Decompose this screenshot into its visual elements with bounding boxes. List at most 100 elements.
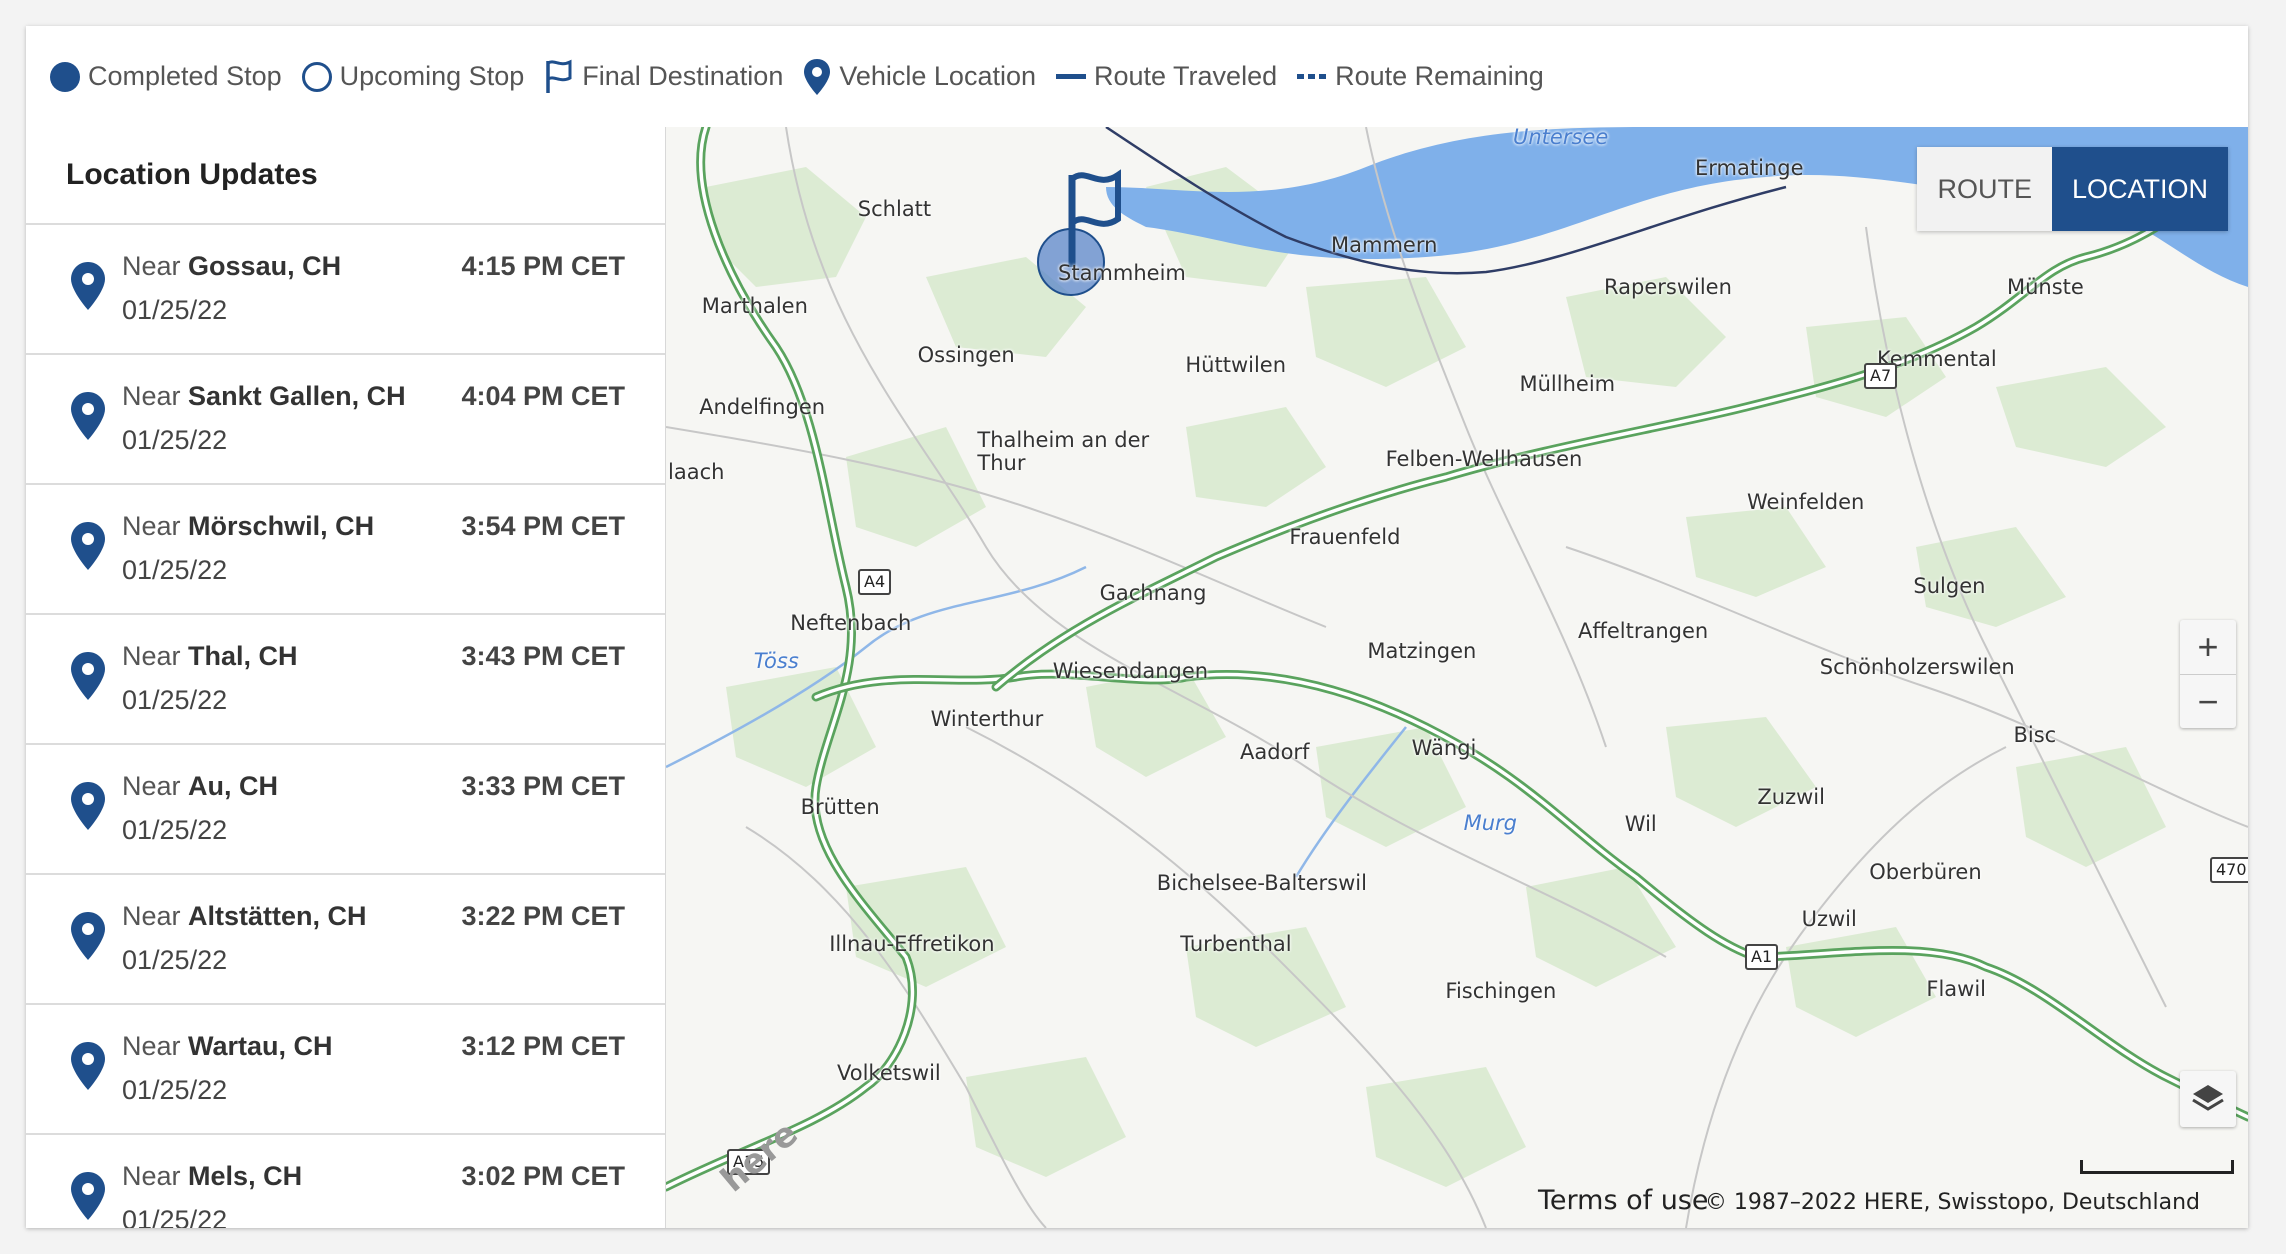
location-update-item[interactable]: Near Thal, CH 01/25/22 3:43 PM CET [26, 615, 665, 745]
place-label-marthalen: Marthalen [701, 293, 808, 318]
place-label-thalheim1: Thalheim an der [977, 427, 1150, 452]
map-view[interactable]: Untersee Ermatinge Schlatt Mammern Stammheim… [666, 127, 2248, 1228]
place-label-zuzwil: Zuzwil [1757, 785, 1825, 809]
near-prefix: Near [122, 771, 181, 801]
legend-upcoming-stop: Upcoming Stop [301, 61, 525, 92]
map-pin-icon [70, 391, 106, 441]
map-legend: Completed Stop Upcoming Stop Final Desti… [26, 26, 2248, 127]
location-update-item[interactable]: Near Mörschwil, CH 01/25/22 3:54 PM CET [26, 485, 665, 615]
place-label-huttwilen: Hüttwilen [1185, 353, 1287, 378]
map-pin-icon [70, 521, 106, 571]
update-place-name: Sankt Gallen, CH [188, 381, 406, 411]
road-shield-470: 470 [2210, 857, 2248, 883]
place-label-aadorf: Aadorf [1240, 739, 1310, 764]
legend-label: Upcoming Stop [339, 61, 525, 91]
location-update-item[interactable]: Near Altstätten, CH 01/25/22 3:22 PM CET [26, 875, 665, 1005]
panel-title: Location Updates [26, 127, 665, 225]
place-label-affeltrangen: Affeltrangen [1578, 618, 1709, 643]
route-view-button[interactable]: ROUTE [1917, 147, 2052, 231]
update-place-name: Wartau, CH [188, 1031, 333, 1061]
location-update-item[interactable]: Near Au, CH 01/25/22 3:33 PM CET [26, 745, 665, 875]
near-prefix: Near [122, 381, 181, 411]
near-prefix: Near [122, 901, 181, 931]
place-label-murg: Murg [1463, 811, 1517, 835]
place-label-ossingen: Ossingen [917, 343, 1015, 367]
place-label-sulgen: Sulgen [1913, 574, 1986, 599]
place-label-bichelsee: Bichelsee-Balterswil [1156, 870, 1367, 895]
update-location: Near Au, CH [122, 771, 278, 802]
zoom-out-button[interactable]: − [2180, 674, 2236, 728]
place-label-uzwil: Uzwil [1801, 907, 1857, 932]
update-location: Near Altstätten, CH [122, 901, 367, 932]
zoom-control: + − [2180, 620, 2236, 728]
update-place-name: Thal, CH [188, 641, 298, 671]
map-pin-icon [70, 781, 106, 831]
map-pin-icon [70, 1041, 106, 1091]
legend-label: Final Destination [582, 61, 784, 91]
layers-button[interactable] [2180, 1071, 2236, 1127]
location-updates-panel[interactable]: Location Updates Near Gossau, CH 01/25/22… [26, 127, 666, 1228]
update-date: 01/25/22 [122, 425, 228, 455]
update-date: 01/25/22 [122, 295, 228, 325]
legend-vehicle-location: Vehicle Location [803, 58, 1036, 96]
map-pin-icon [70, 1171, 106, 1221]
near-prefix: Near [122, 1031, 181, 1061]
location-view-button[interactable]: LOCATION [2051, 147, 2228, 231]
legend-label: Route Traveled [1094, 61, 1278, 91]
place-label-andelfingen: Andelfingen [699, 395, 826, 419]
near-prefix: Near [122, 251, 181, 281]
map-scale-bar [2080, 1160, 2234, 1174]
zoom-in-button[interactable]: + [2180, 620, 2236, 674]
update-location: Near Gossau, CH [122, 251, 341, 282]
place-label-schonholzerswilen: Schönholzerswilen [1819, 655, 2015, 679]
location-updates-list: Near Gossau, CH 01/25/22 4:15 PM CET Near S… [26, 225, 665, 1228]
highway-shield-a4: A4 [858, 569, 892, 595]
update-place-name: Au, CH [188, 771, 279, 801]
update-place-name: Mels, CH [188, 1161, 303, 1191]
legend-label: Vehicle Location [839, 61, 1036, 91]
place-label-gachnang: Gachnang [1099, 580, 1207, 605]
update-time: 3:12 PM CET [461, 1031, 625, 1061]
place-label-raperswilen: Raperswilen [1604, 275, 1732, 300]
flag-icon [544, 59, 574, 95]
highway-shield-a7: A7 [1864, 363, 1898, 389]
location-update-item[interactable]: Near Sankt Gallen, CH 01/25/22 4:04 PM CET [26, 355, 665, 485]
place-label-weinfelden: Weinfelden [1747, 489, 1865, 514]
place-label-matzingen: Matzingen [1367, 639, 1477, 664]
place-label-untersee: Untersee [1513, 127, 1609, 149]
update-location: Near Mels, CH [122, 1161, 302, 1192]
location-update-item[interactable]: Near Mels, CH 01/25/22 3:02 PM CET [26, 1135, 665, 1228]
near-prefix: Near [122, 641, 181, 671]
place-label-mullheim: Müllheim [1519, 371, 1616, 396]
place-label-brutten: Brütten [800, 795, 880, 820]
legend-route-remaining: Route Remaining [1297, 61, 1544, 92]
near-prefix: Near [122, 511, 181, 541]
place-label-turbenthal: Turbenthal [1180, 931, 1292, 956]
update-date: 01/25/22 [122, 685, 228, 715]
legend-route-traveled: Route Traveled [1056, 61, 1277, 92]
update-place-name: Mörschwil, CH [188, 511, 375, 541]
terms-of-use-link[interactable]: Terms of use [1538, 1185, 1709, 1216]
update-place-name: Altstätten, CH [188, 901, 367, 931]
update-time: 4:15 PM CET [461, 251, 625, 281]
place-label-thalheim2: Thur [977, 450, 1026, 475]
place-label-winterthur: Winterthur [930, 707, 1044, 731]
legend-label: Completed Stop [88, 61, 282, 91]
update-time: 3:43 PM CET [461, 641, 625, 671]
update-date: 01/25/22 [122, 1075, 228, 1105]
place-label-schlatt: Schlatt [857, 197, 932, 222]
map-pin-icon [70, 911, 106, 961]
update-location: Near Thal, CH [122, 641, 298, 672]
map-pin-icon [803, 58, 831, 96]
place-label-flawil: Flawil [1926, 977, 1987, 1002]
location-update-item[interactable]: Near Gossau, CH 01/25/22 4:15 PM CET [26, 225, 665, 355]
update-time: 3:22 PM CET [461, 901, 625, 931]
legend-final-destination: Final Destination [544, 59, 783, 95]
legend-completed-stop: Completed Stop [50, 61, 282, 92]
update-location: Near Wartau, CH [122, 1031, 333, 1062]
location-update-item[interactable]: Near Wartau, CH 01/25/22 3:12 PM CET [26, 1005, 665, 1135]
place-label-munster: Münste [2007, 275, 2084, 300]
update-location: Near Sankt Gallen, CH [122, 381, 406, 412]
solid-line-icon [1056, 74, 1086, 79]
place-label-volketswil: Volketswil [837, 1060, 941, 1085]
